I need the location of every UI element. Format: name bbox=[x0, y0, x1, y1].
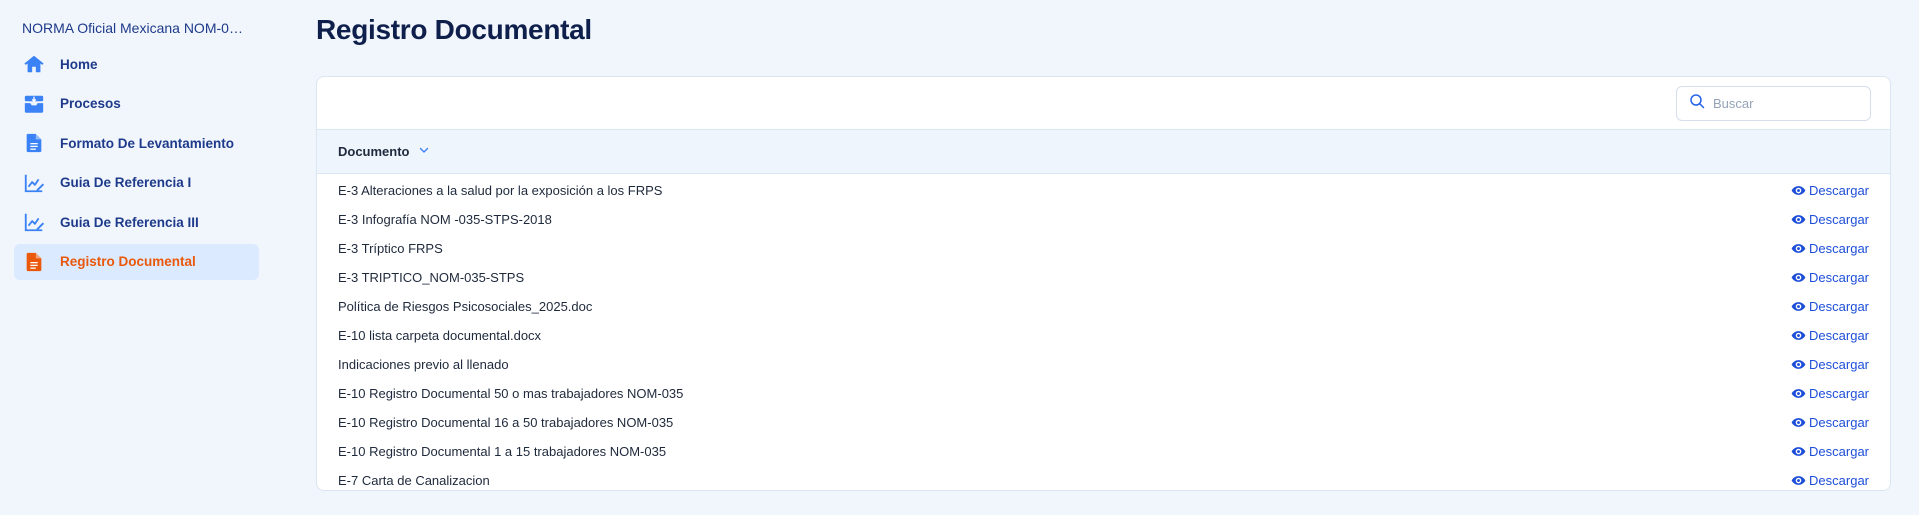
chart-edit-icon bbox=[22, 210, 46, 234]
home-icon bbox=[22, 52, 46, 76]
column-header-documento[interactable]: Documento bbox=[338, 144, 430, 159]
page-title: Registro Documental bbox=[316, 14, 592, 45]
download-link[interactable]: Descargar bbox=[1791, 357, 1869, 372]
eye-icon bbox=[1791, 212, 1809, 227]
documents-card: Documento E-3 Alteraciones a la salud po… bbox=[316, 76, 1891, 491]
search-box[interactable] bbox=[1676, 85, 1871, 121]
download-link[interactable]: Descargar bbox=[1791, 299, 1869, 314]
download-label: Descargar bbox=[1809, 415, 1869, 430]
table-header: Documento bbox=[317, 130, 1890, 174]
download-label: Descargar bbox=[1809, 270, 1869, 285]
sidebar-item-home[interactable]: Home bbox=[14, 46, 259, 82]
eye-icon bbox=[1791, 270, 1809, 285]
eye-icon bbox=[1791, 386, 1809, 401]
eye-icon bbox=[1791, 357, 1809, 372]
document-name: Indicaciones previo al llenado bbox=[338, 357, 509, 372]
download-label: Descargar bbox=[1809, 212, 1869, 227]
eye-icon bbox=[1791, 183, 1809, 198]
search-icon bbox=[1689, 93, 1713, 114]
download-label: Descargar bbox=[1809, 328, 1869, 343]
download-link[interactable]: Descargar bbox=[1791, 328, 1869, 343]
table-row: E-10 Registro Documental 50 o mas trabaj… bbox=[317, 379, 1890, 408]
brand-title[interactable]: NORMA Oficial Mexicana NOM-035-S... bbox=[14, 20, 254, 40]
sidebar-item-guia-de-referencia-iii[interactable]: Guia De Referencia III bbox=[14, 204, 259, 240]
table-row: E-10 Registro Documental 1 a 15 trabajad… bbox=[317, 437, 1890, 466]
sidebar-item-label: Registro Documental bbox=[60, 254, 196, 269]
download-link[interactable]: Descargar bbox=[1791, 212, 1869, 227]
eye-icon bbox=[1791, 415, 1809, 430]
eye-icon bbox=[1791, 299, 1809, 314]
sidebar-item-registro-documental[interactable]: Registro Documental bbox=[14, 243, 259, 280]
download-link[interactable]: Descargar bbox=[1791, 183, 1869, 198]
eye-icon bbox=[1791, 473, 1809, 488]
download-link[interactable]: Descargar bbox=[1791, 473, 1869, 488]
sidebar-item-formato-de-levantamiento[interactable]: Formato De Levantamiento bbox=[14, 125, 259, 161]
table-row: E-3 Tríptico FRPS Descargar bbox=[317, 234, 1890, 263]
table-row: E-3 Alteraciones a la salud por la expos… bbox=[317, 176, 1890, 205]
table-row: Indicaciones previo al llenado Descargar bbox=[317, 350, 1890, 379]
download-link[interactable]: Descargar bbox=[1791, 241, 1869, 256]
document-name: E-3 Infografía NOM -035-STPS-2018 bbox=[338, 212, 552, 227]
eye-icon bbox=[1791, 328, 1809, 343]
download-link[interactable]: Descargar bbox=[1791, 270, 1869, 285]
document-name: E-10 Registro Documental 1 a 15 trabajad… bbox=[338, 444, 667, 459]
download-label: Descargar bbox=[1809, 183, 1869, 198]
sidebar-item-label: Formato De Levantamiento bbox=[60, 135, 235, 151]
download-label: Descargar bbox=[1809, 473, 1869, 488]
table-row: Política de Riesgos Psicosociales_2025.d… bbox=[317, 292, 1890, 321]
download-label: Descargar bbox=[1809, 241, 1869, 256]
document-name: E-3 Tríptico FRPS bbox=[338, 241, 443, 256]
document-name: E-10 Registro Documental 50 o mas trabaj… bbox=[338, 386, 684, 401]
sidebar-item-guia-de-referencia-i[interactable]: Guia De Referencia I bbox=[14, 165, 259, 201]
table-toolbar bbox=[317, 77, 1890, 130]
sidebar-item-label: Guia De Referencia III bbox=[60, 214, 199, 230]
sidebar: NORMA Oficial Mexicana NOM-035-S... Home… bbox=[0, 0, 270, 515]
sidebar-item-procesos[interactable]: Procesos bbox=[14, 86, 259, 122]
document-name: E-3 TRIPTICO_NOM-035-STPS bbox=[338, 270, 525, 285]
document-name: E-3 Alteraciones a la salud por la expos… bbox=[338, 183, 663, 198]
table-row: E-7 Carta de Canalizacion Descargar bbox=[317, 466, 1890, 490]
eye-icon bbox=[1791, 444, 1809, 459]
download-link[interactable]: Descargar bbox=[1791, 444, 1869, 459]
sidebar-nav: Home Procesos Formato De Levantamiento Guia… bbox=[14, 46, 259, 280]
table-row: E-10 Registro Documental 16 a 50 trabaja… bbox=[317, 408, 1890, 437]
chart-edit-icon bbox=[22, 171, 46, 195]
column-header-label: Documento bbox=[338, 144, 410, 159]
table-row: E-3 Infografía NOM -035-STPS-2018 Descarg… bbox=[317, 205, 1890, 234]
document-name: Política de Riesgos Psicosociales_2025.d… bbox=[338, 299, 593, 314]
sidebar-item-label: Guia De Referencia I bbox=[60, 175, 192, 190]
table-body: E-3 Alteraciones a la salud por la expos… bbox=[317, 174, 1890, 490]
table-row: E-3 TRIPTICO_NOM-035-STPS Descargar bbox=[317, 263, 1890, 292]
document-name: E-7 Carta de Canalizacion bbox=[338, 473, 490, 488]
download-link[interactable]: Descargar bbox=[1791, 415, 1869, 430]
chevron-down-icon bbox=[410, 144, 430, 159]
eye-icon bbox=[1791, 241, 1809, 256]
document-name: E-10 lista carpeta documental.docx bbox=[338, 328, 542, 343]
document-name: E-10 Registro Documental 16 a 50 trabaja… bbox=[338, 415, 674, 430]
search-input[interactable] bbox=[1713, 95, 1863, 111]
inbox-tray-icon bbox=[22, 92, 46, 116]
download-link[interactable]: Descargar bbox=[1791, 386, 1869, 401]
download-label: Descargar bbox=[1809, 299, 1869, 314]
sidebar-item-label: Home bbox=[60, 56, 98, 72]
sidebar-item-label: Procesos bbox=[60, 96, 121, 111]
download-label: Descargar bbox=[1809, 444, 1869, 459]
table-row: E-10 lista carpeta documental.docx Descar… bbox=[317, 321, 1890, 350]
download-label: Descargar bbox=[1809, 357, 1869, 372]
document-icon bbox=[22, 131, 46, 155]
main-content: Registro Documental Documento E bbox=[270, 0, 1919, 515]
app: NORMA Oficial Mexicana NOM-035-S... Home… bbox=[0, 0, 1919, 515]
download-label: Descargar bbox=[1809, 386, 1869, 401]
document-icon bbox=[22, 250, 46, 274]
